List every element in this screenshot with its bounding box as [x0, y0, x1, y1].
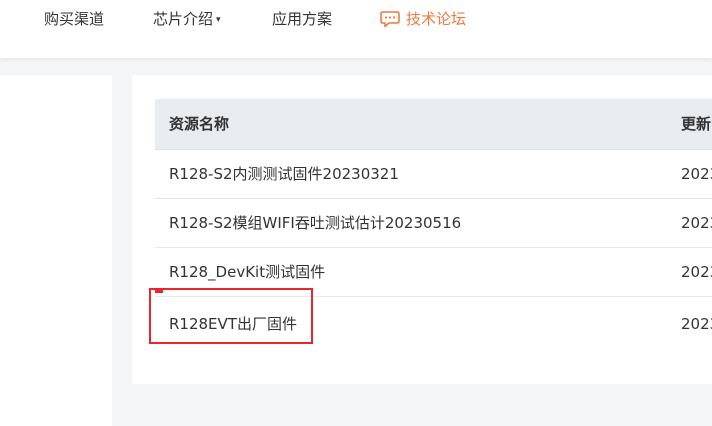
update-date-cell: 2023 [681, 214, 712, 232]
nav-item-tech-forum[interactable]: 技术论坛 [380, 0, 466, 38]
chat-bubble-icon [380, 11, 400, 28]
nav-item-purchase-channels[interactable]: 购买渠道 [44, 0, 104, 38]
column-header-update: 更新 [681, 115, 712, 133]
side-panel [0, 75, 112, 426]
table-row[interactable]: R128-S2模组WIFI吞吐测试估计20230516 2023 [155, 199, 712, 248]
column-header-resource-name: 资源名称 [169, 115, 230, 133]
nav-item-tech-forum-label: 技术论坛 [406, 10, 467, 28]
highlight-box [149, 288, 313, 344]
resource-name-cell[interactable]: R128-S2内测测试固件20230321 [169, 150, 399, 198]
update-date-cell: 2023 [681, 315, 712, 333]
chevron-down-icon: ▾ [216, 15, 221, 25]
nav-item-application-solutions[interactable]: 应用方案 [272, 0, 332, 38]
table-row[interactable]: R128-S2内测测试固件20230321 2023 [155, 150, 712, 199]
nav-item-chip-intro-label: 芯片介绍 [153, 10, 214, 28]
top-navigation-bar: 购买渠道 芯片介绍 ▾ 应用方案 技术论坛 [0, 0, 712, 58]
resource-name-cell[interactable]: R128-S2模组WIFI吞吐测试估计20230516 [169, 199, 461, 247]
table-header: 资源名称 更新 [155, 99, 712, 150]
update-date-cell: 2023 [681, 165, 712, 183]
update-date-cell: 2023 [681, 263, 712, 281]
nav-item-chip-intro[interactable]: 芯片介绍 ▾ [153, 0, 221, 38]
